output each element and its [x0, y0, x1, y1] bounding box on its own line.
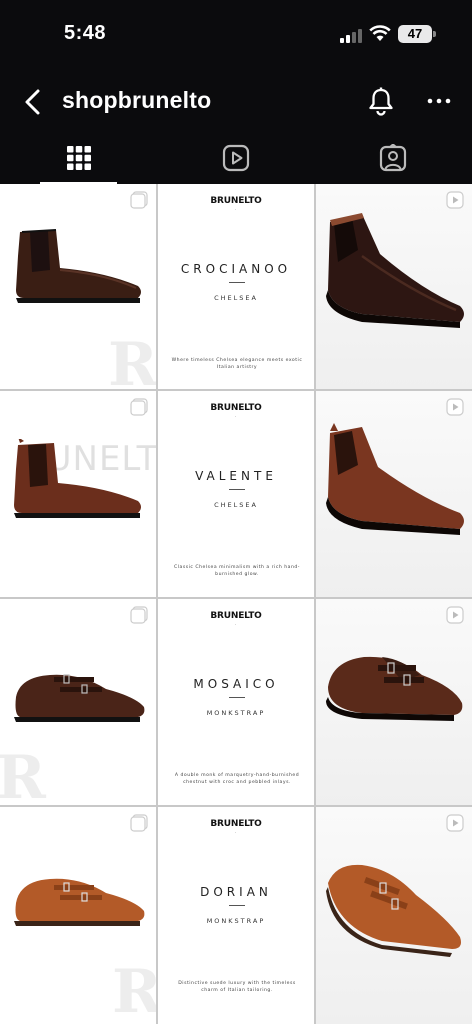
tagline: Distinctive suede luxury with the timele… — [178, 981, 296, 993]
reel-icon — [446, 814, 464, 832]
style-name: CHELSEA — [214, 501, 258, 509]
post-thumbnail[interactable] — [316, 184, 472, 389]
status-time: 5:48 — [64, 22, 107, 44]
style-name: MONKSTRAP — [206, 709, 266, 717]
post-thumbnail[interactable]: BRUNELTO · VALENTE CHELSEA Classic Chelse… — [158, 391, 314, 597]
post-thumbnail[interactable]: R — [0, 599, 156, 805]
battery-icon: 47 — [398, 25, 432, 43]
brand-name: BRUNELTO — [210, 403, 262, 413]
brand-logo: BRUNELTO · — [210, 611, 262, 627]
suede-monkstrap-image — [14, 878, 145, 926]
cellular-signal-icon — [340, 27, 364, 43]
brand-logo: BRUNELTO · — [210, 819, 262, 835]
post-thumbnail[interactable] — [316, 391, 472, 597]
reel-icon — [446, 191, 464, 209]
carousel-icon — [130, 191, 148, 209]
brand-watermark: R — [112, 957, 156, 1024]
tab-reels[interactable] — [157, 132, 314, 184]
profile-tabs — [0, 132, 472, 184]
brand-logo: BRUNELTO · — [210, 403, 262, 419]
monkstrap-shoe-image — [14, 674, 145, 722]
grid-icon — [66, 146, 91, 170]
brand-logo: BRUNELTO · — [210, 196, 262, 212]
post-thumbnail[interactable] — [316, 599, 472, 805]
carousel-icon — [130, 398, 148, 416]
brand-watermark: R — [108, 330, 156, 389]
model-name: CROCIANOO — [180, 262, 292, 276]
post-thumbnail[interactable]: BRUNELTO · DORIAN MONKSTRAP Distinctive s… — [158, 807, 314, 1024]
back-arrow-icon[interactable] — [20, 86, 48, 118]
brand-watermark: R — [0, 743, 46, 805]
model-name: DORIAN — [200, 885, 272, 899]
profile-header: shopbrunelto — [0, 72, 472, 132]
suede-monkstrap-image — [326, 864, 461, 957]
style-name: CHELSEA — [214, 294, 258, 302]
tagline: A double monk of marquetry-hand-burnishe… — [174, 773, 300, 785]
divider — [229, 697, 245, 698]
post-thumbnail[interactable]: R — [0, 807, 156, 1024]
post-thumbnail[interactable]: BRUNELTO · MOSAICO MONKSTRAP A double mon… — [158, 599, 314, 805]
battery-tip — [433, 31, 436, 37]
tagline: Classic Chelsea minimalism with a rich h… — [174, 565, 300, 577]
style-name: MONKSTRAP — [206, 917, 266, 925]
tagline: Where timeless Chelsea elegance meets ex… — [171, 358, 303, 370]
post-thumbnail[interactable] — [316, 807, 472, 1024]
notification-bell-icon[interactable] — [366, 86, 396, 116]
tab-tagged[interactable] — [314, 132, 471, 184]
monkstrap-shoe-image — [326, 656, 463, 721]
post-grid: R BRUNELTO · CROCIANOO CHELSEA Where time… — [0, 184, 472, 1024]
reels-icon — [222, 144, 249, 172]
brand-name: BRUNELTO — [210, 196, 262, 206]
tab-grid[interactable] — [0, 132, 157, 184]
post-thumbnail[interactable]: RUNELTO — [0, 391, 156, 597]
divider — [229, 282, 245, 283]
chelsea-boot-image — [14, 439, 141, 518]
post-thumbnail[interactable]: BRUNELTO · CROCIANOO CHELSEA Where timele… — [158, 184, 314, 389]
reel-icon — [446, 398, 464, 416]
brand-name: BRUNELTO — [210, 611, 262, 621]
model-name: VALENTE — [195, 469, 277, 483]
reel-icon — [446, 606, 464, 624]
model-name: MOSAICO — [193, 677, 279, 691]
wifi-icon — [369, 25, 391, 41]
carousel-icon — [130, 814, 148, 832]
chelsea-boot-image — [326, 213, 464, 328]
carousel-icon — [130, 606, 148, 624]
divider — [229, 905, 245, 906]
brand-name: BRUNELTO — [210, 819, 262, 829]
post-thumbnail[interactable]: R — [0, 184, 156, 389]
chelsea-boot-image — [16, 229, 141, 303]
tagged-person-icon — [379, 144, 406, 172]
chelsea-boot-image — [326, 423, 464, 535]
status-bar: 5:48 47 — [0, 0, 472, 72]
profile-username: shopbrunelto — [62, 87, 212, 113]
divider — [229, 489, 245, 490]
more-options-icon[interactable] — [424, 86, 454, 116]
